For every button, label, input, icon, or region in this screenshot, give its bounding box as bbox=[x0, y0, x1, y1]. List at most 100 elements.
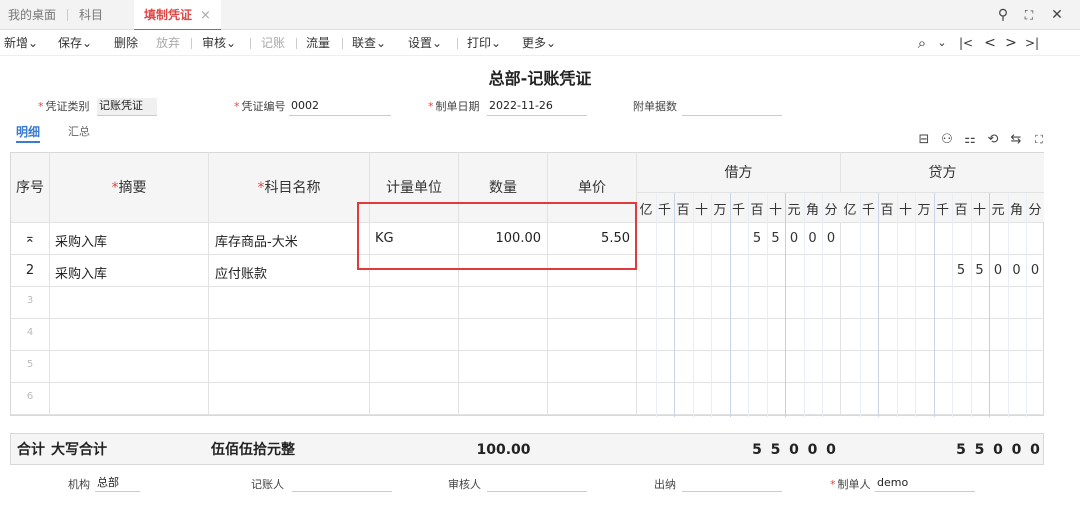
col-account: *科目名称 bbox=[209, 153, 370, 223]
first-page-icon[interactable]: |< bbox=[958, 30, 974, 56]
grid-cell[interactable] bbox=[637, 255, 841, 287]
total-credit-digit bbox=[916, 434, 932, 466]
grid-cell[interactable] bbox=[50, 351, 209, 383]
total-debit-digit: 0 bbox=[807, 442, 818, 458]
cashier-field[interactable] bbox=[682, 476, 782, 492]
grid-cell[interactable] bbox=[459, 351, 548, 383]
grid-cell[interactable] bbox=[459, 383, 548, 415]
highlight-box bbox=[357, 202, 637, 270]
query-button[interactable]: 联查⌄ bbox=[352, 30, 386, 56]
chevron-down-icon: ⌄ bbox=[28, 36, 39, 50]
save-button[interactable]: 保存⌄ bbox=[58, 30, 92, 56]
credit-digit-header: 万 bbox=[917, 203, 931, 218]
tab-divider bbox=[67, 9, 68, 21]
grid-cell[interactable] bbox=[841, 319, 1044, 351]
total-credit-digit: 5 bbox=[956, 442, 966, 458]
fullscreen-icon[interactable]: ⛶ bbox=[1032, 133, 1046, 147]
settings-button[interactable]: 设置⌄ bbox=[408, 30, 442, 56]
grid-cell[interactable] bbox=[548, 319, 637, 351]
attachments-field[interactable] bbox=[682, 98, 782, 116]
discard-button[interactable]: 放弃 bbox=[156, 30, 180, 56]
credit-digit-header: 分 bbox=[1028, 203, 1042, 218]
grid-cell[interactable] bbox=[637, 287, 841, 319]
org-label: 机构 bbox=[68, 478, 90, 491]
tab-fill-voucher-label: 填制凭证 bbox=[144, 8, 193, 22]
close-window-icon[interactable]: ✕ bbox=[1046, 4, 1068, 26]
grid-cell[interactable] bbox=[459, 287, 548, 319]
grid-cell[interactable] bbox=[370, 383, 459, 415]
next-page-icon[interactable]: > bbox=[1003, 30, 1019, 56]
auditor-label: 审核人 bbox=[448, 478, 481, 491]
voucher-type-field[interactable]: 记账凭证 bbox=[97, 98, 157, 116]
columns-icon[interactable]: ⚏ bbox=[963, 133, 977, 147]
cashflow-button[interactable]: 流量 bbox=[306, 30, 330, 56]
org-field[interactable]: 总部 bbox=[95, 476, 140, 492]
grid-cell[interactable] bbox=[370, 319, 459, 351]
adjust-icon[interactable]: ⇆ bbox=[1009, 133, 1023, 147]
tab-desktop[interactable]: 我的桌面 bbox=[8, 0, 56, 30]
grid-cell[interactable] bbox=[50, 383, 209, 415]
tab-accounts[interactable]: 科目 bbox=[79, 0, 103, 30]
print-button[interactable]: 打印⌄ bbox=[467, 30, 501, 56]
audit-button[interactable]: 审核⌄ bbox=[202, 30, 236, 56]
total-debit-digit bbox=[675, 434, 691, 466]
grid-cell[interactable] bbox=[209, 351, 370, 383]
subtab-summary[interactable]: 汇总 bbox=[68, 123, 90, 143]
grid-cell[interactable] bbox=[637, 319, 841, 351]
row-number: 4 bbox=[26, 327, 34, 338]
swap-icon[interactable]: ⟲ bbox=[986, 133, 1000, 147]
post-button[interactable]: 记账 bbox=[261, 30, 285, 56]
delete-button[interactable]: 删除 bbox=[114, 30, 138, 56]
digit-separator bbox=[655, 193, 657, 417]
last-page-icon[interactable]: >| bbox=[1024, 30, 1040, 56]
add-button[interactable]: 新增⌄ bbox=[4, 30, 38, 56]
user-icon[interactable]: ⚇ bbox=[940, 133, 954, 147]
search-icon[interactable]: ⚲ bbox=[992, 4, 1014, 26]
maximize-icon[interactable]: ⛶ bbox=[1018, 4, 1040, 26]
layout-icon[interactable]: ⊟ bbox=[917, 133, 931, 147]
grid-cell[interactable] bbox=[548, 287, 637, 319]
prev-page-icon[interactable]: < bbox=[982, 30, 998, 56]
credit-digit-header: 千 bbox=[935, 203, 949, 218]
audit-button-label: 审核 bbox=[202, 36, 227, 50]
subtab-detail[interactable]: 明细 bbox=[16, 123, 41, 143]
digit-separator bbox=[915, 193, 916, 417]
voucher-date-field[interactable]: 2022-11-26 bbox=[487, 98, 587, 116]
grid-cell[interactable] bbox=[370, 287, 459, 319]
auditor-field[interactable] bbox=[487, 476, 587, 492]
print-button-label: 打印 bbox=[467, 36, 492, 50]
grid-cell[interactable] bbox=[841, 287, 1044, 319]
grid-cell[interactable] bbox=[548, 351, 637, 383]
grid-cell[interactable] bbox=[209, 383, 370, 415]
grid-cell[interactable] bbox=[459, 319, 548, 351]
close-tab-icon[interactable]: × bbox=[200, 8, 211, 23]
grid-cell[interactable] bbox=[841, 351, 1044, 383]
grid-cell[interactable] bbox=[841, 383, 1044, 415]
grid-cell[interactable] bbox=[548, 383, 637, 415]
row-account: 应付账款 bbox=[215, 267, 268, 282]
grid-cell[interactable] bbox=[209, 319, 370, 351]
row-number: 3 bbox=[26, 295, 34, 306]
grid-cell[interactable] bbox=[637, 351, 841, 383]
grid-cell[interactable] bbox=[50, 287, 209, 319]
find-voucher-icon[interactable]: ⌕ bbox=[914, 30, 930, 56]
debit-digit-header: 分 bbox=[824, 203, 838, 218]
grid-cell[interactable] bbox=[209, 287, 370, 319]
more-button[interactable]: 更多⌄ bbox=[522, 30, 556, 56]
grid-cell[interactable] bbox=[637, 383, 841, 415]
chevron-down-icon[interactable]: ⌄ bbox=[934, 30, 950, 56]
voucher-number-field[interactable]: 0002 bbox=[289, 98, 391, 116]
digit-separator bbox=[878, 193, 879, 417]
credit-digit-header: 百 bbox=[954, 203, 968, 218]
grid-cell[interactable] bbox=[370, 351, 459, 383]
more-button-label: 更多 bbox=[522, 36, 547, 50]
total-credit-digit bbox=[898, 434, 914, 466]
grid-cell[interactable] bbox=[50, 319, 209, 351]
digit-separator bbox=[729, 193, 731, 417]
poster-field[interactable] bbox=[292, 476, 392, 492]
grid-cell[interactable] bbox=[841, 223, 1044, 255]
toolbar-divider bbox=[457, 38, 458, 49]
tab-fill-voucher[interactable]: 填制凭证 × bbox=[134, 0, 221, 31]
total-label: 合计 bbox=[17, 442, 45, 458]
maker-field[interactable]: demo bbox=[875, 476, 975, 492]
